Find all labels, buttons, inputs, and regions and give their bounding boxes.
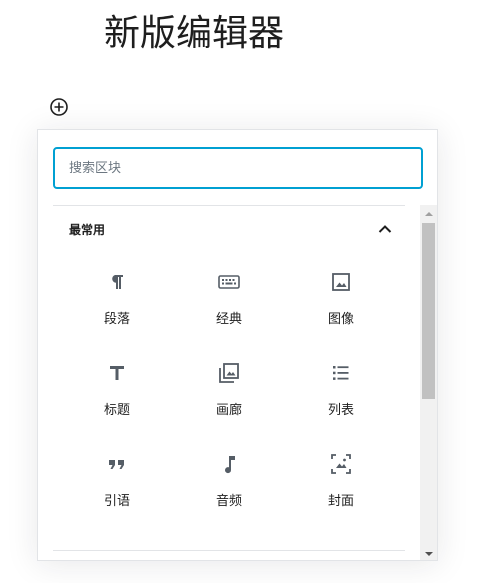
- block-item-image[interactable]: 图像: [285, 262, 397, 342]
- block-item-list[interactable]: 列表: [285, 353, 397, 433]
- block-label: 引语: [103, 494, 130, 509]
- page-title[interactable]: 新版编辑器: [104, 10, 284, 58]
- block-item-quote[interactable]: 引语: [61, 444, 173, 524]
- block-item-audio[interactable]: 音频: [173, 444, 285, 524]
- block-item-classic[interactable]: 经典: [173, 262, 285, 342]
- block-item-gallery[interactable]: 画廊: [173, 353, 285, 433]
- scrollbar-thumb[interactable]: [422, 223, 435, 399]
- block-item-heading[interactable]: 标题: [61, 353, 173, 433]
- cover-icon: [329, 452, 353, 476]
- paragraph-icon: [105, 270, 129, 294]
- quote-icon: [105, 452, 129, 476]
- block-inserter-popover: 最常用 段落: [37, 129, 438, 561]
- add-block-button[interactable]: [49, 97, 69, 117]
- block-label: 段落: [103, 312, 130, 327]
- block-label: 音频: [215, 494, 242, 509]
- block-label: 经典: [215, 312, 242, 327]
- heading-icon: [105, 361, 129, 385]
- gallery-icon: [217, 361, 241, 385]
- search-input[interactable]: [53, 147, 423, 189]
- scrollbar[interactable]: [420, 205, 437, 560]
- block-label: 标题: [103, 403, 130, 418]
- panel-title: 最常用: [69, 222, 106, 237]
- image-icon: [329, 270, 353, 294]
- audio-icon: [217, 452, 241, 476]
- block-label: 封面: [327, 494, 354, 509]
- block-label: 画廊: [215, 403, 242, 418]
- chevron-up-icon: [373, 217, 397, 241]
- search-wrapper: [53, 147, 423, 189]
- block-item-paragraph[interactable]: 段落: [61, 262, 173, 342]
- divider-bottom: [53, 550, 405, 551]
- list-icon: [329, 361, 353, 385]
- scroll-up-arrow-icon[interactable]: [420, 205, 437, 222]
- block-label: 列表: [327, 403, 354, 418]
- keyboard-icon: [217, 270, 241, 294]
- scroll-down-arrow-icon[interactable]: [420, 545, 437, 560]
- panel-toggle-most-used[interactable]: 最常用: [53, 206, 405, 252]
- plus-circle-icon: [50, 98, 68, 116]
- block-item-cover[interactable]: 封面: [285, 444, 397, 524]
- block-label: 图像: [327, 312, 354, 327]
